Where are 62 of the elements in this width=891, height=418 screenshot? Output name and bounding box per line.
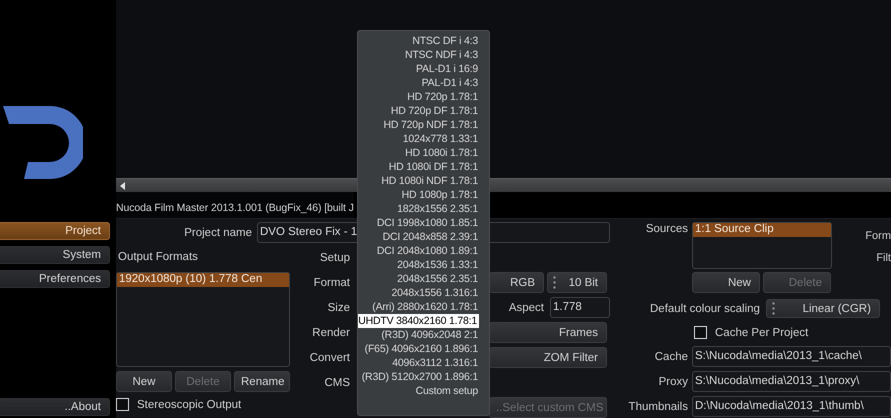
menu-item[interactable]: (F65) 4096x2160 1.896:1 <box>359 342 479 356</box>
field-label: Convert <box>308 352 350 364</box>
list-item[interactable]: 1920x1080p (10) 1.778 Cen <box>117 273 289 287</box>
nav-button[interactable]: Preferences <box>0 270 110 288</box>
input-field[interactable]: 1.778 <box>550 297 610 318</box>
menu-item[interactable]: PAL-D1 i 16:9 <box>359 62 479 76</box>
menu-item[interactable]: 2048x1536 1.33:1 <box>359 258 479 272</box>
menu-item[interactable]: NTSC NDF i 4:3 <box>359 48 479 62</box>
menu-item[interactable]: HD 720p 1.78:1 <box>359 90 479 104</box>
menu-item[interactable]: 1024x778 1.33:1 <box>359 132 479 146</box>
button[interactable]: New <box>116 371 172 392</box>
button[interactable]: Rename <box>234 371 290 392</box>
field-label: Proxy <box>658 376 688 388</box>
menu-item[interactable]: (R3D) 5120x2700 1.896:1 <box>359 370 479 384</box>
section-label: Output Formats <box>117 250 199 265</box>
field-label: Format <box>312 276 350 288</box>
menu-item[interactable]: UHDTV 3840x2160 1.78:1 <box>358 314 479 328</box>
menu-item[interactable]: DCI 2048x858 2.39:1 <box>359 230 479 244</box>
input-field[interactable]: S:\Nucoda\media\2013_1\proxy\ <box>692 371 891 392</box>
button[interactable]: New <box>692 272 760 293</box>
field-label: Setup <box>318 252 350 264</box>
field-label: Thumbnails <box>628 400 688 412</box>
menu-item[interactable]: HD 1080p 1.78:1 <box>359 188 479 202</box>
menu-item[interactable]: HD 720p NDF 1.78:1 <box>359 118 479 132</box>
field-label: Render <box>311 326 350 338</box>
menu-item[interactable]: 1828x1556 2.35:1 <box>359 202 479 216</box>
field-label: Filt <box>876 252 891 264</box>
field-label: Size <box>326 302 350 314</box>
dropdown[interactable]: Linear (CGR) <box>766 299 880 318</box>
menu-item[interactable]: Custom setup <box>359 384 479 398</box>
menu-item[interactable]: HD 1080i NDF 1.78:1 <box>359 174 479 188</box>
checkbox-label: Stereoscopic Output <box>137 398 242 410</box>
menu-item[interactable]: DCI 2048x1080 1.89:1 <box>359 244 479 258</box>
menu-item[interactable]: HD 1080i 1.78:1 <box>359 146 479 160</box>
menu-item[interactable]: HD 1080i DF 1.78:1 <box>359 160 479 174</box>
field-label: Default colour scaling <box>650 302 760 314</box>
menu-item[interactable]: (R3D) 4096x2048 2:1 <box>359 328 479 342</box>
menu-item[interactable]: NTSC DF i 4:3 <box>359 34 479 48</box>
field-label: Project name <box>183 226 252 238</box>
input-field[interactable]: D:\Nucoda\media\2013_1\thumb\ <box>692 396 891 417</box>
title-text: Nucoda Film Master 2013.1.001 (BugFix_46) [built J <box>116 192 354 218</box>
input-field[interactable]: S:\Nucoda\media\2013_1\cache\ <box>692 346 891 367</box>
field-label: Cache <box>654 350 688 362</box>
nav-button[interactable]: Project <box>0 222 110 240</box>
menu-item[interactable]: 2048x1556 1.316:1 <box>359 286 479 300</box>
list-item[interactable]: 1:1 Source Clip <box>693 223 831 237</box>
menu-item[interactable]: 4096x3112 1.316:1 <box>359 356 479 370</box>
menu-item[interactable]: 2048x1556 2.35:1 <box>359 272 479 286</box>
button[interactable]: Frames <box>489 322 607 343</box>
button[interactable]: ZOM Filter <box>489 347 607 368</box>
menu-item[interactable]: HD 720p DF 1.78:1 <box>359 104 479 118</box>
checkbox-label: Cache Per Project <box>715 326 808 338</box>
field-label: CMS <box>323 376 350 388</box>
nav-button[interactable]: System <box>0 246 110 264</box>
field-label: Sources <box>644 222 688 237</box>
menu-item[interactable]: PAL-D1 i 4:3 <box>359 76 479 90</box>
field-label: Form <box>865 230 891 242</box>
about-button[interactable]: ..About <box>0 398 110 416</box>
menu-item[interactable]: (Arri) 2880x1620 1.78:1 <box>359 300 479 314</box>
field-label: Aspect <box>508 302 544 314</box>
dropdown[interactable]: 10 Bit <box>547 272 607 293</box>
button[interactable]: RGB <box>489 272 544 293</box>
